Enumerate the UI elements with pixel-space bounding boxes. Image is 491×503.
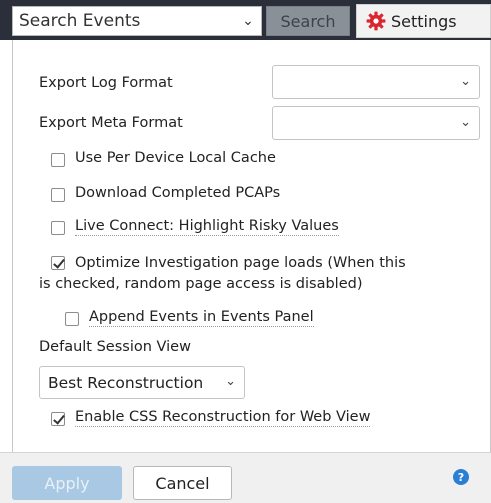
option-label-continued: is checked, random page access is disabl… [39, 276, 363, 292]
apply-button[interactable]: Apply [12, 466, 122, 500]
settings-panel: Export Log Format ⌄ Export Meta Format ⌄… [12, 40, 491, 452]
option-live-connect[interactable]: Live Connect: Highlight Risky Values [51, 218, 339, 236]
default-session-view-select[interactable]: Best Reconstruction ⌄ [39, 366, 245, 399]
chevron-down-icon: ⌄ [242, 13, 254, 29]
option-use-local-cache[interactable]: Use Per Device Local Cache [51, 150, 276, 167]
gear-icon [366, 11, 386, 31]
search-type-value: Search Events [19, 11, 141, 31]
export-meta-format-label: Export Meta Format [39, 115, 183, 131]
settings-button[interactable]: Settings [356, 4, 491, 38]
default-session-view-label: Default Session View [39, 339, 191, 355]
chevron-down-icon: ⌄ [460, 115, 471, 130]
option-append-events[interactable]: Append Events in Events Panel [65, 309, 314, 327]
checkbox-checked[interactable] [51, 412, 65, 426]
chevron-down-icon: ⌄ [225, 374, 236, 389]
export-meta-format-select[interactable]: ⌄ [272, 106, 480, 140]
settings-button-label: Settings [391, 11, 457, 31]
option-label: Append Events in Events Panel [89, 309, 314, 327]
toolbar: Search Events ⌄ Search Settings [0, 0, 491, 40]
option-label: Optimize Investigation page loads (When … [75, 255, 406, 271]
checkbox[interactable] [65, 312, 79, 326]
option-label: Use Per Device Local Cache [75, 150, 276, 166]
export-log-format-label: Export Log Format [39, 75, 173, 91]
cancel-button[interactable]: Cancel [133, 466, 232, 500]
action-bar: Apply Cancel ? [0, 452, 491, 503]
help-icon[interactable]: ? [453, 469, 469, 485]
option-optimize-investigation[interactable]: Optimize Investigation page loads (When … [51, 253, 406, 274]
export-log-format-select[interactable]: ⌄ [272, 65, 480, 99]
option-label: Download Completed PCAPs [75, 185, 281, 201]
option-label: Live Connect: Highlight Risky Values [75, 218, 339, 236]
default-session-view-value: Best Reconstruction [48, 373, 204, 392]
checkbox[interactable] [51, 153, 65, 167]
checkbox[interactable] [51, 221, 65, 235]
chevron-down-icon: ⌄ [460, 74, 471, 89]
checkbox[interactable] [51, 188, 65, 202]
option-download-pcaps[interactable]: Download Completed PCAPs [51, 185, 280, 202]
checkbox-checked[interactable] [51, 256, 65, 270]
search-button[interactable]: Search [266, 6, 350, 36]
option-label: Enable CSS Reconstruction for Web View [75, 409, 371, 427]
search-type-select[interactable]: Search Events ⌄ [12, 6, 262, 36]
option-enable-css-reconstruction[interactable]: Enable CSS Reconstruction for Web View [51, 409, 371, 427]
